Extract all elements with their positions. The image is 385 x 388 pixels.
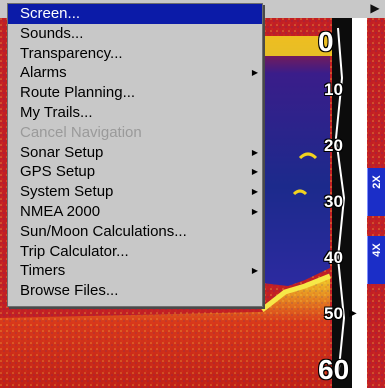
menu-item-route-planning[interactable]: Route Planning... (8, 83, 262, 103)
menu-item-label: Screen... (20, 5, 81, 22)
menu-item-transparency[interactable]: Transparency... (8, 44, 262, 64)
menu-item-label: System Setup (20, 183, 114, 201)
menu-item-timers[interactable]: Timers ▶ (8, 261, 262, 281)
menu-item-my-trails[interactable]: My Trails... (8, 103, 262, 123)
depth-label-60: 60 (318, 354, 350, 385)
menu-item-sonar-setup[interactable]: Sonar Setup ▶ (8, 143, 262, 163)
menu-item-label: Sonar Setup (20, 143, 104, 161)
depth-label-40: 40 (324, 248, 343, 267)
menu-item-label: Timers (20, 262, 66, 280)
zoom-4x-tab[interactable]: 4X (367, 236, 385, 284)
depth-label-0: 0 (318, 26, 334, 57)
zoom-2x-label: 2X (371, 175, 383, 189)
menu-item-label: My Trails... (20, 103, 93, 121)
menu-item-label: GPS Setup (20, 163, 96, 181)
menu-item-label: Sun/Moon Calculations... (20, 222, 187, 240)
main-menu: Screen... Sounds... Transparency... Alar… (7, 3, 263, 307)
menu-item-gps-setup[interactable]: GPS Setup ▶ (8, 162, 262, 182)
depth-marker-arrow-icon: ▶ (349, 308, 357, 319)
menu-item-label: Transparency... (20, 44, 123, 62)
menu-item-sun-moon-calculations[interactable]: Sun/Moon Calculations... (8, 222, 262, 242)
submenu-arrow-icon: ▶ (251, 206, 258, 216)
menu-item-label: Browse Files... (20, 282, 119, 300)
menu-item-label: Trip Calculator... (20, 242, 129, 260)
menu-item-system-setup[interactable]: System Setup ▶ (8, 182, 262, 202)
menu-item-label: Route Planning... (20, 84, 136, 102)
menu-item-label: Alarms (20, 64, 67, 82)
menu-item-label: NMEA 2000 (20, 202, 101, 220)
depth-label-50: 50 (324, 304, 343, 323)
menu-item-trip-calculator[interactable]: Trip Calculator... (8, 242, 262, 262)
menu-item-sounds[interactable]: Sounds... (8, 24, 262, 44)
zoom-4x-label: 4X (371, 243, 383, 257)
menu-item-cancel-navigation: Cancel Navigation (8, 123, 262, 143)
menu-item-label: Sounds... (20, 24, 84, 42)
depth-label-30: 30 (324, 192, 343, 211)
menu-item-alarms[interactable]: Alarms ▶ (8, 63, 262, 83)
submenu-arrow-icon: ▶ (251, 187, 258, 197)
menu-item-browse-files[interactable]: Browse Files... (8, 281, 262, 301)
menu-item-nmea-2000[interactable]: NMEA 2000 ▶ (8, 202, 262, 222)
sonar-display: ▶ 0 10 20 30 40 50 60 2X 4X ▶ Screen... … (0, 0, 385, 388)
zoom-2x-tab[interactable]: 2X (367, 168, 385, 216)
depth-label-10: 10 (324, 80, 343, 99)
menu-item-screen[interactable]: Screen... (8, 4, 262, 24)
submenu-arrow-icon: ▶ (251, 68, 258, 78)
depth-label-20: 20 (324, 136, 343, 155)
submenu-arrow-icon: ▶ (251, 147, 258, 157)
submenu-arrow-icon: ▶ (251, 167, 258, 177)
menu-item-label: Cancel Navigation (20, 123, 142, 141)
submenu-arrow-icon: ▶ (251, 266, 258, 276)
scroll-right-icon[interactable]: ▶ (369, 1, 381, 16)
